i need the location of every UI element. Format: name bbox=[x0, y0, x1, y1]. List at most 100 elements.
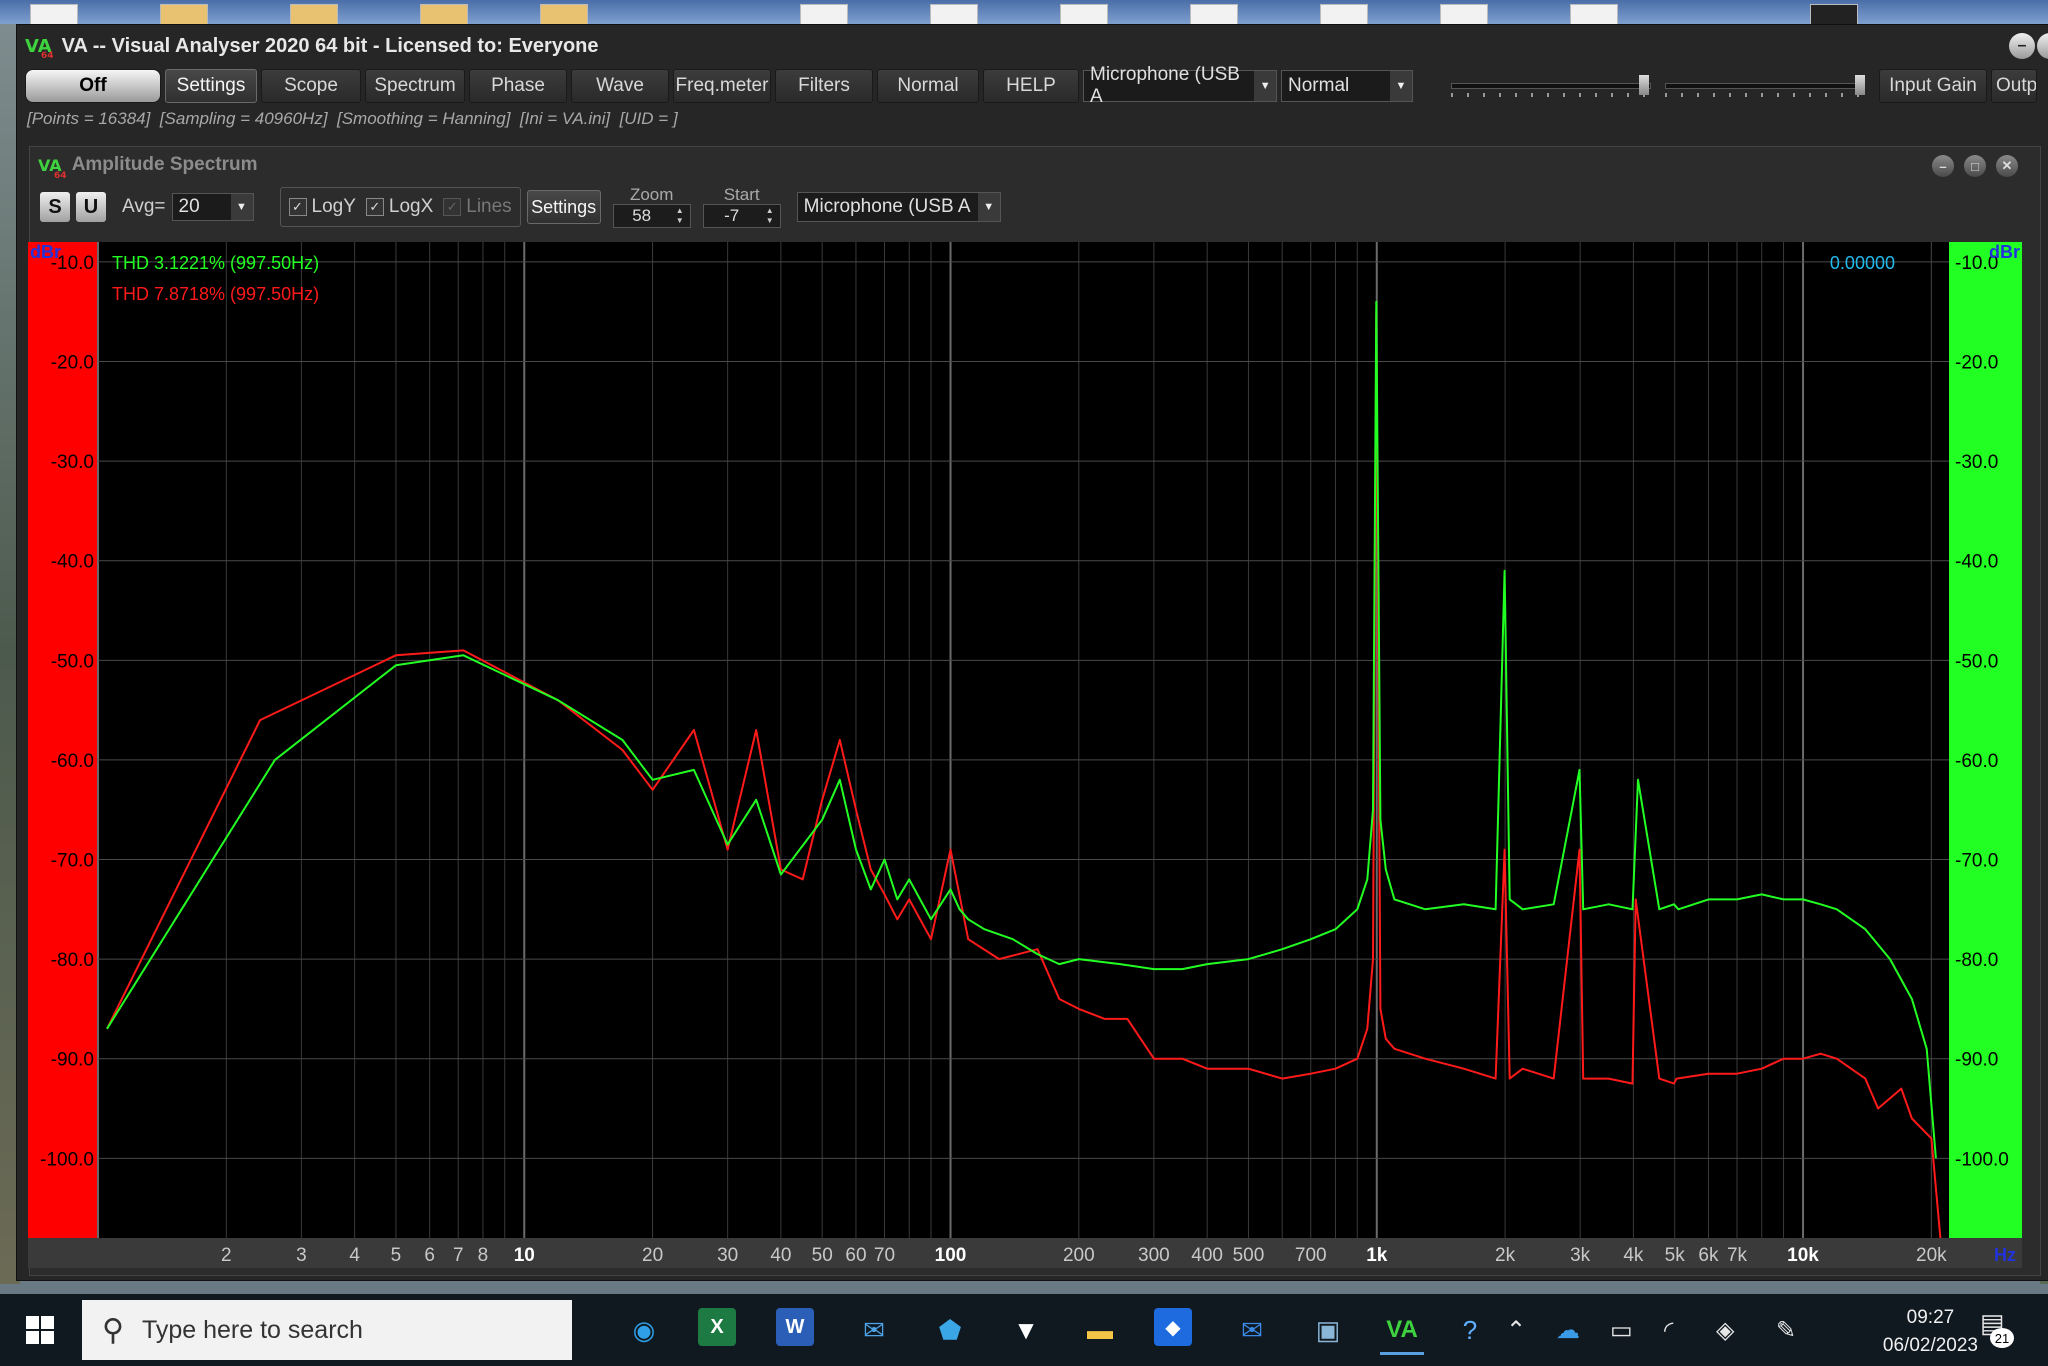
y-tick-label-right: -70.0 bbox=[1955, 851, 1998, 872]
input-device-value: Microphone (USB A bbox=[1090, 64, 1240, 107]
chevron-down-icon[interactable]: ▼ bbox=[1254, 71, 1276, 101]
start-label: Start bbox=[723, 185, 760, 204]
x-tick-label: 500 bbox=[1233, 1245, 1265, 1266]
pen-icon[interactable]: ✎ bbox=[1776, 1316, 1796, 1345]
zoom-spinner[interactable]: 58 ▲ ▼ bbox=[612, 204, 691, 228]
desktop-file-icon[interactable] bbox=[1440, 4, 1488, 26]
minimize-icon[interactable]: – bbox=[1932, 155, 1954, 177]
x-tick-label: 3k bbox=[1570, 1245, 1591, 1266]
maximize-icon[interactable]: □ bbox=[1964, 155, 1986, 177]
x-tick-label: 8 bbox=[478, 1245, 489, 1266]
u-button[interactable]: U bbox=[76, 192, 106, 222]
visual-analyser-icon[interactable]: VA bbox=[1380, 1308, 1424, 1355]
y-axis-label-left: dBr bbox=[30, 242, 61, 262]
filters-button[interactable]: Filters bbox=[775, 69, 873, 103]
word-icon[interactable]: W bbox=[776, 1308, 814, 1346]
help-icon[interactable]: ? bbox=[1448, 1308, 1492, 1352]
mode-select[interactable]: Normal ▼ bbox=[1281, 70, 1413, 102]
spinner-arrows-icon[interactable]: ▲ ▼ bbox=[760, 206, 780, 226]
desktop-folder-icon[interactable] bbox=[420, 4, 468, 26]
normal-button[interactable]: Normal bbox=[877, 69, 979, 103]
mode-value: Normal bbox=[1288, 75, 1350, 96]
mail-icon[interactable]: ✉ bbox=[852, 1308, 896, 1352]
spectrum-device-select[interactable]: Microphone (USB A ▼ bbox=[796, 192, 1001, 222]
x-tick-label: 7 bbox=[453, 1245, 464, 1266]
y-tick-label-right: -80.0 bbox=[1955, 950, 1998, 971]
axis-options-group: ✓ LogY ✓ LogX ✓ Lines bbox=[279, 187, 521, 227]
check-icon: ✓ bbox=[365, 198, 384, 216]
x-tick-label: 3 bbox=[296, 1245, 307, 1266]
wifi-icon[interactable]: ◜ bbox=[1664, 1316, 1673, 1345]
x-tick-label: 60 bbox=[845, 1245, 866, 1266]
status-uid: [UID = ] bbox=[619, 109, 678, 128]
chevron-down-icon[interactable]: ▼ bbox=[1390, 71, 1412, 101]
freq-meter-button[interactable]: Freq.meter bbox=[673, 69, 771, 103]
taskbar-search-box[interactable]: ⚲ Type here to search bbox=[82, 1300, 572, 1360]
spinner-arrows-icon[interactable]: ▲ ▼ bbox=[670, 206, 690, 226]
desktop-folder-icon[interactable] bbox=[160, 4, 208, 26]
file-explorer-icon[interactable]: ▬ bbox=[1078, 1308, 1122, 1352]
spectrum-title-bar: VA 64 Amplitude Spectrum – □ ✕ bbox=[30, 147, 2040, 183]
y-tick-label-right: -30.0 bbox=[1955, 452, 1998, 473]
input-device-select[interactable]: Microphone (USB A ▼ bbox=[1083, 64, 1277, 107]
spectrum-device-value: Microphone (USB A bbox=[803, 196, 971, 217]
phase-button[interactable]: Phase bbox=[469, 69, 567, 103]
wave-button[interactable]: Wave bbox=[571, 69, 669, 103]
chart-background bbox=[28, 242, 2022, 1268]
spectrum-toolbar: S U Avg= 20 ▼ ✓ LogY ✓ LogX ✓ Lines Setting… bbox=[30, 183, 2040, 231]
logx-checkbox[interactable]: ✓ LogX bbox=[365, 196, 433, 218]
chevron-down-icon[interactable]: ▼ bbox=[977, 193, 1000, 221]
logy-checkbox[interactable]: ✓ LogY bbox=[288, 196, 356, 218]
input-gain-slider[interactable] bbox=[1451, 71, 1651, 101]
legend-label-green: THD 3.1221% (997.50Hz) bbox=[112, 253, 319, 273]
amplitude-spectrum-chart[interactable]: -10.0 -10.0-20.0 -20.0-30.0 -30.0-40.0 -40.0… bbox=[28, 242, 2022, 1268]
outlook-icon[interactable]: ✉ bbox=[1230, 1308, 1274, 1352]
desktop-folder-icon[interactable] bbox=[540, 4, 588, 26]
start-spinner[interactable]: -7 ▲ ▼ bbox=[702, 204, 781, 228]
desktop-file-icon[interactable] bbox=[30, 4, 78, 26]
settings-button[interactable]: Settings bbox=[165, 69, 257, 103]
windows-start-icon[interactable] bbox=[18, 1308, 62, 1352]
desktop-folder-icon[interactable] bbox=[290, 4, 338, 26]
y-tick-label-right: -20.0 bbox=[1955, 353, 1998, 374]
battery-icon[interactable]: ▭ bbox=[1610, 1316, 1633, 1345]
photos-icon[interactable]: ▣ bbox=[1306, 1308, 1350, 1352]
input-gain-button[interactable]: Input Gain bbox=[1879, 69, 1987, 103]
desktop-file-icon[interactable] bbox=[930, 4, 978, 26]
help-button[interactable]: HELP bbox=[983, 69, 1079, 103]
system-clock[interactable]: 09:27 06/02/2023 bbox=[1883, 1304, 1978, 1360]
minimize-button[interactable]: – bbox=[2009, 33, 2035, 59]
logy-label: LogY bbox=[311, 196, 356, 217]
start-value: -7 bbox=[724, 206, 740, 225]
output-button[interactable]: Outp bbox=[1991, 69, 2037, 103]
desktop-file-icon[interactable] bbox=[1810, 4, 1858, 26]
zoom-control: Zoom 58 ▲ ▼ bbox=[612, 186, 691, 228]
desktop-file-icon[interactable] bbox=[1190, 4, 1238, 26]
chevron-down-icon[interactable]: ▼ bbox=[230, 194, 253, 220]
desktop-file-icon[interactable] bbox=[800, 4, 848, 26]
spectrum-settings-button[interactable]: Settings bbox=[526, 190, 601, 224]
close-button[interactable] bbox=[2037, 33, 2048, 59]
x-tick-label: 2k bbox=[1495, 1245, 1516, 1266]
s-button[interactable]: S bbox=[40, 192, 70, 222]
onedrive-icon[interactable]: ☁ bbox=[1556, 1316, 1580, 1345]
output-gain-slider[interactable] bbox=[1665, 71, 1865, 101]
scope-button[interactable]: Scope bbox=[261, 69, 361, 103]
off-button[interactable]: Off bbox=[25, 69, 161, 103]
lines-checkbox[interactable]: ✓ Lines bbox=[443, 196, 512, 218]
dropbox-tray-icon[interactable]: ◈ bbox=[1716, 1316, 1734, 1345]
dropbox-icon[interactable]: ◆ bbox=[1154, 1308, 1192, 1346]
avg-select[interactable]: 20 ▼ bbox=[171, 193, 254, 221]
close-icon[interactable]: ✕ bbox=[1996, 155, 2018, 177]
x-axis-unit: Hz bbox=[1994, 1245, 2016, 1265]
store-icon[interactable]: ⬟ bbox=[928, 1308, 972, 1352]
spectrum-button[interactable]: Spectrum bbox=[365, 69, 465, 103]
x-tick-label: 50 bbox=[812, 1245, 833, 1266]
desktop-file-icon[interactable] bbox=[1320, 4, 1368, 26]
fox-app-icon[interactable]: ▼ bbox=[1004, 1308, 1048, 1352]
excel-icon[interactable]: X bbox=[698, 1308, 736, 1346]
desktop-file-icon[interactable] bbox=[1060, 4, 1108, 26]
chevron-up-icon[interactable]: ⌃ bbox=[1506, 1316, 1526, 1345]
edge-icon[interactable]: ◉ bbox=[622, 1308, 666, 1352]
desktop-file-icon[interactable] bbox=[1570, 4, 1618, 26]
